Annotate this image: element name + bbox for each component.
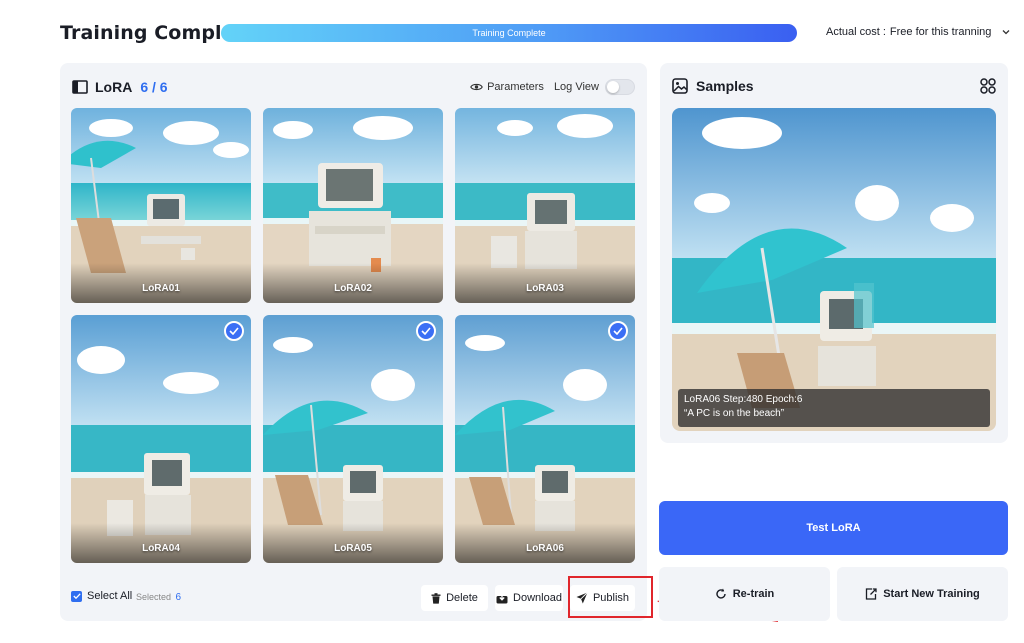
lora-panel-tools: Parameters Log View: [470, 79, 635, 95]
lora-panel-header: LoRA 6 / 6: [72, 77, 168, 97]
image-icon: [672, 78, 688, 94]
lora-tile-label: LoRA01: [142, 283, 180, 294]
checkbox-checked-icon: [71, 590, 82, 602]
selected-check-icon[interactable]: [416, 321, 436, 341]
lora-tile-6[interactable]: LoRA06: [455, 315, 635, 563]
test-lora-button[interactable]: Test LoRA: [659, 501, 1008, 555]
parameters-label: Parameters: [487, 81, 544, 93]
cost-label: Actual cost :: [826, 26, 886, 38]
refresh-icon: [716, 588, 726, 599]
caption-line-2: “A PC is on the beach”: [684, 408, 785, 419]
trash-icon: [431, 592, 441, 604]
top-bar: Training Complete Training Complete Actu…: [0, 0, 1024, 62]
lora-tile-1[interactable]: LoRA01: [71, 108, 251, 303]
toggle-knob: [607, 81, 619, 93]
new-training-icon: [866, 588, 877, 600]
lora-tile-5[interactable]: LoRA05: [263, 315, 443, 563]
selected-label: Selected: [136, 592, 172, 602]
lora-icon: [72, 80, 88, 94]
retrain-label: Re-train: [732, 588, 775, 600]
samples-header: Samples: [672, 78, 754, 94]
grid-view-icon[interactable]: [980, 78, 996, 94]
log-view-control: Log View: [554, 79, 635, 95]
lora-tile-3[interactable]: LoRA03: [455, 108, 635, 303]
selected-check-icon[interactable]: [608, 321, 628, 341]
sample-photo: [672, 108, 996, 431]
lora-panel: LoRA 6 / 6 Parameters Log View LoRA01 Lo…: [60, 63, 647, 621]
start-new-training-label: Start New Training: [883, 588, 980, 600]
test-lora-label: Test LoRA: [806, 522, 861, 534]
start-new-training-button[interactable]: Start New Training: [837, 567, 1008, 621]
eye-icon: [470, 83, 483, 91]
lora-count: 6 / 6: [140, 79, 168, 95]
select-all-label: Select All: [87, 590, 133, 602]
delete-label: Delete: [446, 592, 478, 604]
lora-tile-4[interactable]: LoRA04: [71, 315, 251, 563]
delete-button[interactable]: Delete: [421, 585, 488, 611]
selected-check-icon[interactable]: [224, 321, 244, 341]
sample-caption: LoRA06 Step:480 Epoch:6 “A PC is on the …: [678, 389, 990, 427]
cost-value: Free for this tranning: [889, 26, 992, 38]
select-all-checkbox[interactable]: Select All: [71, 590, 132, 602]
log-view-toggle[interactable]: [605, 79, 635, 95]
download-button[interactable]: Download: [495, 585, 563, 611]
download-icon: [496, 593, 508, 603]
lora-tile-label: LoRA06: [526, 543, 564, 554]
caption-line-1: LoRA06 Step:480 Epoch:6: [684, 394, 803, 405]
lora-panel-title: LoRA: [95, 79, 133, 95]
sample-image[interactable]: LoRA06 Step:480 Epoch:6 “A PC is on the …: [672, 108, 996, 431]
samples-title: Samples: [696, 78, 754, 94]
samples-panel: Samples LoRA06 Step:480 Epoch:6 “A PC is: [660, 63, 1008, 443]
download-label: Download: [513, 592, 562, 604]
selected-count: Selected 6: [136, 592, 181, 603]
log-view-label: Log View: [553, 81, 599, 93]
selected-number: 6: [175, 592, 182, 603]
chevron-down-icon: [1002, 30, 1010, 35]
lora-tile-label: LoRA05: [334, 543, 372, 554]
lora-tile-label: LoRA02: [334, 283, 372, 294]
lora-tile-2[interactable]: LoRA02: [263, 108, 443, 303]
retrain-button[interactable]: Re-train: [659, 567, 830, 621]
progress-label: Training Complete: [472, 28, 546, 38]
publish-highlight-annotation: [568, 576, 653, 618]
lora-tile-label: LoRA03: [526, 283, 564, 294]
lora-panel-footer: Select All Selected 6 Delete Download Pu…: [71, 585, 636, 611]
training-progress-bar: Training Complete: [221, 24, 797, 42]
lora-tile-label: LoRA04: [142, 543, 180, 554]
parameters-button[interactable]: Parameters: [470, 81, 544, 93]
cost-dropdown[interactable]: Actual cost : Free for this tranning: [826, 26, 1011, 38]
